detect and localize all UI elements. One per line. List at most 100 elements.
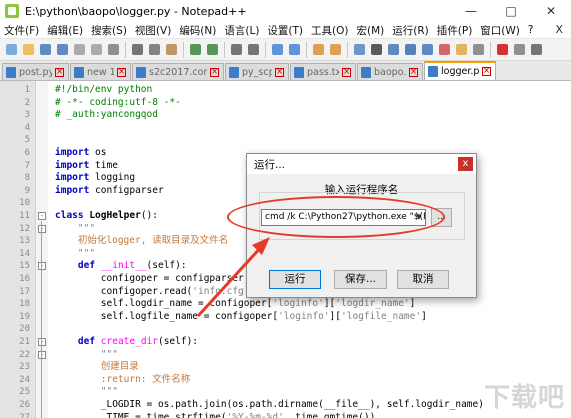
tab-close-icon[interactable]: × xyxy=(117,67,126,77)
line-number: 10 xyxy=(19,198,30,209)
word-wrap-icon[interactable] xyxy=(351,42,367,58)
fold-toggle-icon[interactable]: - xyxy=(38,212,46,220)
function-list-icon[interactable] xyxy=(436,42,452,58)
menu-item-12[interactable]: ? xyxy=(524,24,538,36)
code-token: ] xyxy=(409,298,416,310)
code-line: 5 xyxy=(0,134,571,146)
code-token: _TIME = time.strftime( xyxy=(55,411,227,418)
doc-map-icon[interactable] xyxy=(419,42,435,58)
menu-item-3[interactable]: 视图(V) xyxy=(131,23,175,38)
undo-icon[interactable] xyxy=(187,42,203,58)
tab-label: s2c2017.com.conf xyxy=(149,66,207,78)
code-token: time xyxy=(89,159,118,171)
fold-toggle-icon[interactable]: - xyxy=(38,338,46,346)
close-file-icon[interactable] xyxy=(71,42,87,58)
menu-item-9[interactable]: 运行(R) xyxy=(388,23,433,38)
paste-icon[interactable] xyxy=(163,42,179,58)
indent-guide-icon[interactable] xyxy=(385,42,401,58)
record-macro-icon[interactable] xyxy=(494,42,510,58)
code-token: """ xyxy=(55,247,96,259)
close-window-button[interactable]: ✕ xyxy=(531,0,571,22)
code-line: 2 # -*- coding:utf-8 -*- xyxy=(0,97,571,109)
fold-toggle-icon[interactable]: - xyxy=(38,262,46,271)
stop-record-icon[interactable] xyxy=(511,42,527,58)
all-chars-icon[interactable] xyxy=(368,42,384,58)
code-line: 3 # _auth:yancongqod xyxy=(0,109,571,121)
menu-item-10[interactable]: 插件(P) xyxy=(433,23,477,38)
tab-close-icon[interactable]: × xyxy=(55,67,64,77)
fold-toggle-icon[interactable]: - xyxy=(38,350,46,359)
save-all-icon[interactable] xyxy=(54,42,70,58)
open-file-icon-glyph xyxy=(22,44,34,55)
menu-item-6[interactable]: 设置(T) xyxy=(263,23,307,38)
replace-icon[interactable] xyxy=(245,42,261,58)
tab-bar: post.py×new 1×s2c2017.com.conf×py_scp.py… xyxy=(0,61,571,81)
tab-3[interactable]: py_scp.py× xyxy=(225,63,289,80)
zoom-out-icon[interactable] xyxy=(286,42,302,58)
cancel-button[interactable]: 取消 xyxy=(397,270,449,289)
code-token: :return: 文件名称 xyxy=(55,373,191,385)
zoom-in-icon-glyph xyxy=(271,44,283,55)
toolbar xyxy=(0,39,571,61)
notepadpp-window: E:\python\baopo\logger.py - Notepad++ — … xyxy=(0,0,571,418)
menu-item-0[interactable]: 文件(F) xyxy=(0,23,43,38)
sync-vertical-icon[interactable] xyxy=(310,42,326,58)
tab-0[interactable]: post.py × xyxy=(2,63,69,80)
menu-item-1[interactable]: 编辑(E) xyxy=(43,23,87,38)
menu-item-7[interactable]: 工具(O) xyxy=(307,23,352,38)
tab-close-icon[interactable]: × xyxy=(210,67,219,77)
play-macro-icon[interactable] xyxy=(528,42,544,58)
code-token: (): xyxy=(140,210,158,221)
close-all-icon[interactable] xyxy=(88,42,104,58)
code-line: 1 #!/bin/env python xyxy=(0,84,571,96)
monitoring-icon[interactable] xyxy=(470,42,486,58)
menu-item-11[interactable]: 窗口(W) xyxy=(476,23,524,38)
cut-icon[interactable] xyxy=(129,42,145,58)
user-lang-icon[interactable] xyxy=(402,42,418,58)
redo-icon[interactable] xyxy=(204,42,220,58)
save-icon[interactable] xyxy=(37,42,53,58)
zoom-in-icon[interactable] xyxy=(269,42,285,58)
print-icon[interactable] xyxy=(105,42,121,58)
tab-close-icon[interactable]: × xyxy=(409,67,418,77)
menu-item-4[interactable]: 编码(N) xyxy=(175,23,220,38)
fold-toggle-icon[interactable]: - xyxy=(38,224,46,233)
zoom-out-icon-glyph xyxy=(288,44,300,55)
code-text: """ xyxy=(55,349,118,361)
tab-4[interactable]: pass.txt× xyxy=(290,63,356,80)
code-token: # _auth:yancongqod xyxy=(55,109,158,121)
code-token: import xyxy=(55,147,90,158)
tab-6[interactable]: logger.py× xyxy=(424,61,496,80)
folder-workspace-icon[interactable] xyxy=(453,42,469,58)
open-file-icon[interactable] xyxy=(20,42,36,58)
run-dialog-close-button[interactable]: x xyxy=(458,157,473,171)
copy-icon[interactable] xyxy=(146,42,162,58)
tab-1[interactable]: new 1 × xyxy=(70,63,131,80)
run-button[interactable]: 运行 xyxy=(269,270,321,289)
line-number: 26 xyxy=(19,400,30,410)
code-text: configoper.read('info.cfg' xyxy=(55,286,250,298)
line-number: 2 xyxy=(24,97,30,108)
code-token: configparser xyxy=(89,184,164,196)
minimize-button[interactable]: — xyxy=(451,0,491,22)
code-line: 23 创建目录 xyxy=(0,361,571,373)
code-token: # -*- coding:utf-8 -*- xyxy=(55,96,181,108)
sync-horizontal-icon[interactable] xyxy=(327,42,343,58)
code-token: ][ xyxy=(323,298,336,310)
menu-item-8[interactable]: 宏(M) xyxy=(353,23,389,38)
new-file-icon[interactable] xyxy=(3,42,19,58)
find-icon[interactable] xyxy=(228,42,244,58)
tab-2[interactable]: s2c2017.com.conf× xyxy=(132,63,224,80)
code-text: """ xyxy=(55,386,118,398)
tab-5[interactable]: baopo.py× xyxy=(357,63,423,80)
maximize-button[interactable]: □ xyxy=(491,0,531,22)
close-document-menu-button[interactable]: X xyxy=(555,23,563,36)
tab-close-icon[interactable]: × xyxy=(275,67,284,77)
tab-close-icon[interactable]: × xyxy=(482,67,491,76)
tab-close-icon[interactable]: × xyxy=(342,67,351,77)
menu-item-2[interactable]: 搜索(S) xyxy=(87,23,131,38)
menu-item-5[interactable]: 语言(L) xyxy=(220,23,263,38)
window-controls: — □ ✕ xyxy=(451,0,571,22)
code-token: 创建目录 xyxy=(55,361,139,373)
save-button[interactable]: 保存... xyxy=(334,270,387,289)
